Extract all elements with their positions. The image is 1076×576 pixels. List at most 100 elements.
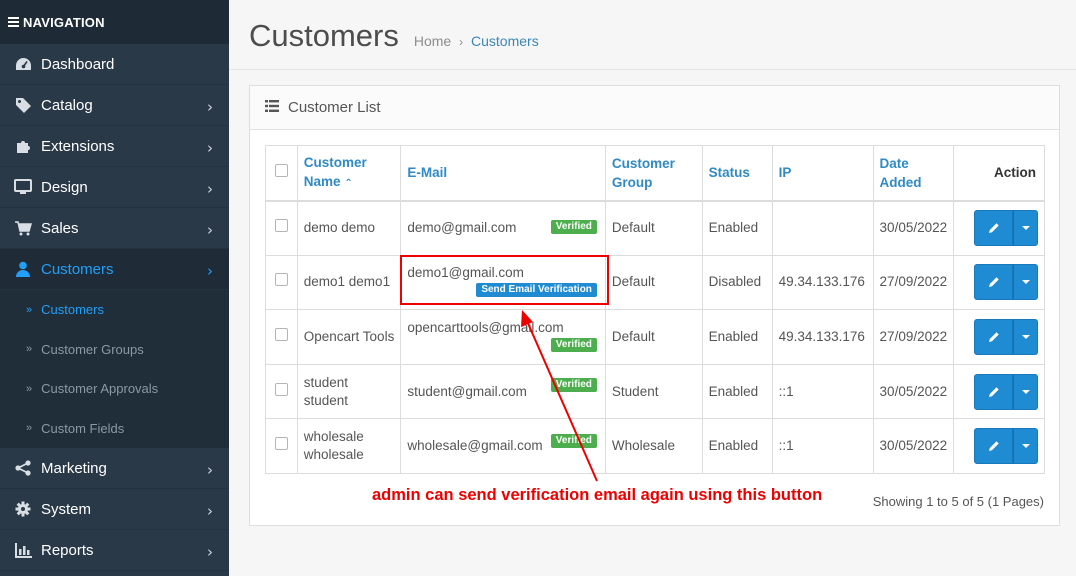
edit-button[interactable]: [974, 428, 1013, 465]
table-row: Opencart Tools opencarttools@gmail.com V…: [265, 309, 1045, 365]
column-customer-name[interactable]: Customer Name ⌃: [296, 145, 402, 202]
submenu-item-customer-groups[interactable]: » Customer Groups: [0, 330, 229, 370]
edit-button[interactable]: [974, 210, 1013, 247]
sidebar-item-label: Extensions: [41, 137, 115, 155]
action-dropdown-toggle[interactable]: [1013, 264, 1038, 301]
sidebar-item-marketing[interactable]: Marketing ›: [0, 448, 229, 489]
customer-group-cell: Student: [604, 363, 703, 420]
table-header-row: Customer Name ⌃ E-Mail Customer Group St…: [265, 145, 1045, 202]
column-label: Date Added: [879, 155, 922, 190]
ip-cell: 49.34.133.176: [771, 309, 874, 365]
verified-badge: Verified: [550, 219, 597, 234]
customer-name-cell: demo demo: [296, 200, 402, 256]
status-cell: Disabled: [701, 254, 773, 311]
select-all-cell: [265, 145, 298, 202]
email-cell: opencarttools@gmail.com Verified: [400, 309, 606, 365]
submenu-item-label: Custom Fields: [41, 420, 125, 436]
row-checkbox[interactable]: [274, 273, 288, 287]
chevron-right-icon: ›: [207, 543, 213, 561]
column-email[interactable]: E-Mail: [400, 145, 606, 202]
sidebar-item-customers[interactable]: Customers ›: [0, 249, 229, 290]
submenu-item-custom-fields[interactable]: » Custom Fields: [0, 409, 229, 449]
chevron-right-icon: ›: [207, 98, 213, 116]
sidebar-item-catalog[interactable]: Catalog ›: [0, 85, 229, 126]
submenu-item-customer-approvals[interactable]: » Customer Approvals: [0, 369, 229, 409]
email-text: student@gmail.com: [407, 383, 527, 399]
sidebar-item-label: Catalog: [41, 96, 93, 114]
email-cell: student@gmail.com Verified: [400, 363, 606, 420]
list-icon: [265, 99, 279, 116]
page-title: Customers: [249, 18, 399, 53]
row-checkbox-cell: [265, 254, 298, 311]
row-checkbox[interactable]: [274, 327, 288, 341]
sidebar-item-label: Reports: [41, 541, 94, 559]
sidebar-item-system[interactable]: System ›: [0, 489, 229, 530]
column-label: Customer Group: [611, 155, 675, 190]
table-row: wholesale wholesale wholesale@gmail.com …: [265, 418, 1045, 474]
action-cell: [953, 363, 1045, 420]
pencil-icon: [988, 386, 999, 397]
column-ip[interactable]: IP: [771, 145, 874, 202]
status-cell: Enabled: [701, 309, 773, 365]
date-added-cell: 30/05/2022: [872, 418, 955, 474]
edit-button[interactable]: [974, 373, 1013, 410]
chevron-right-icon: ›: [207, 502, 213, 520]
submenu-item-customers[interactable]: » Customers: [0, 290, 229, 330]
sidebar-item-sales[interactable]: Sales ›: [0, 208, 229, 249]
breadcrumb-separator: ›: [459, 35, 464, 49]
sidebar-item-reports[interactable]: Reports ›: [0, 530, 229, 571]
verified-badge: Verified: [550, 434, 597, 449]
customers-submenu: » Customers » Customer Groups » Customer…: [0, 290, 229, 448]
monitor-icon: [14, 178, 32, 196]
column-status[interactable]: Status: [701, 145, 773, 202]
customer-list-panel: Customer List Customer Name ⌃ E-Mail Cus…: [249, 85, 1060, 526]
sidebar-item-extensions[interactable]: Extensions ›: [0, 126, 229, 167]
row-checkbox[interactable]: [274, 219, 288, 233]
row-checkbox[interactable]: [274, 437, 288, 451]
sidebar-item-label: Marketing: [41, 459, 107, 477]
action-dropdown-toggle[interactable]: [1013, 318, 1038, 355]
customer-name-cell: demo1 demo1: [296, 254, 402, 311]
ip-cell: ::1: [771, 418, 874, 474]
customer-name-cell: student student: [296, 363, 402, 420]
date-added-cell: 27/09/2022: [872, 254, 955, 311]
nav-header[interactable]: NAVIGATION: [0, 0, 229, 44]
row-checkbox-cell: [265, 309, 298, 365]
status-cell: Enabled: [701, 418, 773, 474]
double-chevron-icon: »: [26, 303, 33, 316]
column-date-added[interactable]: Date Added: [872, 145, 955, 202]
double-chevron-icon: »: [26, 382, 33, 395]
chevron-right-icon: ›: [207, 221, 213, 239]
verified-badge: Verified: [550, 338, 597, 353]
double-chevron-icon: »: [26, 422, 33, 435]
chevron-right-icon: ›: [207, 139, 213, 157]
annotation-text: admin can send verification email again …: [372, 486, 823, 504]
action-button-group: [974, 318, 1038, 355]
column-customer-group[interactable]: Customer Group: [604, 145, 703, 202]
sidebar-item-design[interactable]: Design ›: [0, 167, 229, 208]
caret-down-icon: [1021, 280, 1030, 285]
sidebar-item-dashboard[interactable]: Dashboard: [0, 44, 229, 85]
action-dropdown-toggle[interactable]: [1013, 373, 1038, 410]
double-chevron-icon: »: [26, 343, 33, 356]
date-added-cell: 30/05/2022: [872, 200, 955, 256]
pencil-icon: [988, 332, 999, 342]
edit-button[interactable]: [974, 264, 1013, 301]
submenu-item-label: Customers: [41, 302, 104, 318]
action-cell: [953, 309, 1045, 365]
breadcrumb-home[interactable]: Home: [414, 33, 451, 49]
page-header: Customers Home › Customers: [229, 0, 1076, 70]
column-label: IP: [778, 165, 792, 181]
ip-cell: 49.34.133.176: [771, 254, 874, 311]
customer-group-cell: Default: [604, 254, 703, 311]
pencil-icon: [988, 223, 999, 234]
select-all-checkbox[interactable]: [274, 164, 288, 178]
row-checkbox[interactable]: [274, 382, 288, 396]
breadcrumb-customers[interactable]: Customers: [471, 33, 539, 49]
puzzle-icon: [14, 137, 32, 155]
breadcrumb: Home › Customers: [414, 33, 539, 51]
date-added-cell: 27/09/2022: [872, 309, 955, 365]
edit-button[interactable]: [974, 318, 1013, 355]
action-dropdown-toggle[interactable]: [1013, 210, 1038, 247]
action-dropdown-toggle[interactable]: [1013, 428, 1038, 465]
